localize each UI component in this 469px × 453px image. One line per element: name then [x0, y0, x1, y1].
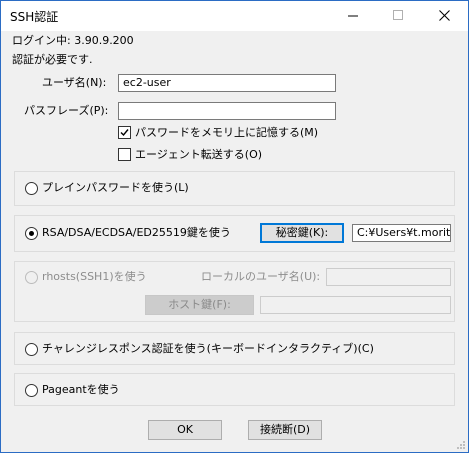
host-key-button: ホスト鍵(F): — [145, 295, 254, 315]
rhosts-label: rhosts(SSH1)を使う — [42, 270, 147, 283]
challenge-response-radio[interactable] — [25, 343, 38, 356]
disconnect-button[interactable]: 接続断(D) — [248, 420, 322, 440]
close-icon — [439, 10, 450, 21]
challenge-response-label[interactable]: チャレンジレスポンス認証を使う(キーボードインタラクティブ)(C) — [42, 342, 374, 356]
pageant-group: Pageantを使う — [14, 373, 455, 406]
challenge-response-group: チャレンジレスポンス認証を使う(キーボードインタラクティブ)(C) — [14, 332, 455, 365]
username-label: ユーザ名(N): — [42, 76, 107, 89]
local-username-input — [326, 268, 451, 286]
minimize-icon — [348, 15, 358, 17]
checkmark-icon — [120, 129, 129, 137]
passphrase-label: パスフレーズ(P): — [24, 104, 109, 117]
pageant-label[interactable]: Pageantを使う — [42, 383, 120, 397]
rhosts-radio — [25, 271, 38, 284]
pageant-radio[interactable] — [25, 384, 38, 397]
maximize-icon — [393, 10, 403, 20]
radio-selected-dot — [29, 231, 34, 236]
rhosts-group: rhosts(SSH1)を使う ローカルのユーザ名(U): ホスト鍵(F): — [14, 261, 455, 322]
close-button[interactable] — [422, 1, 467, 31]
minimize-button[interactable] — [331, 1, 376, 31]
passphrase-input[interactable] — [118, 102, 336, 120]
ssh-auth-dialog: SSH認証 ログイン中: 3.90.9.200 認証が必要です. ユーザ名(N)… — [0, 0, 469, 453]
private-key-button[interactable]: 秘密鍵(K): — [260, 223, 344, 243]
agent-forwarding-label[interactable]: エージェント転送する(O) — [135, 148, 262, 162]
login-status: ログイン中: 3.90.9.200 — [12, 34, 134, 47]
rsa-key-radio[interactable] — [25, 227, 38, 240]
plain-password-label[interactable]: プレインパスワードを使う(L) — [42, 181, 189, 195]
maximize-button — [376, 1, 421, 31]
resize-grip-icon[interactable] — [456, 440, 466, 450]
remember-password-label[interactable]: パスワードをメモリ上に記憶する(M) — [135, 126, 318, 140]
rsa-key-label[interactable]: RSA/DSA/ECDSA/ED25519鍵を使う — [42, 226, 231, 240]
plain-password-radio[interactable] — [25, 182, 38, 195]
plain-password-group: プレインパスワードを使う(L) — [14, 171, 455, 206]
title-bar[interactable]: SSH認証 — [1, 1, 468, 31]
rsa-key-group: RSA/DSA/ECDSA/ED25519鍵を使う 秘密鍵(K): C:¥Use… — [14, 215, 455, 252]
ok-button[interactable]: OK — [148, 420, 222, 440]
remember-password-checkbox[interactable] — [118, 126, 131, 139]
agent-forwarding-checkbox[interactable] — [118, 148, 131, 161]
username-input[interactable]: ec2-user — [118, 74, 336, 92]
local-username-label: ローカルのユーザ名(U): — [201, 270, 321, 283]
window-title: SSH認証 — [10, 10, 59, 24]
private-key-path-input[interactable]: C:¥Users¥t.morita¥ — [352, 224, 451, 242]
host-key-input — [260, 296, 451, 314]
auth-required-text: 認証が必要です. — [12, 53, 93, 66]
